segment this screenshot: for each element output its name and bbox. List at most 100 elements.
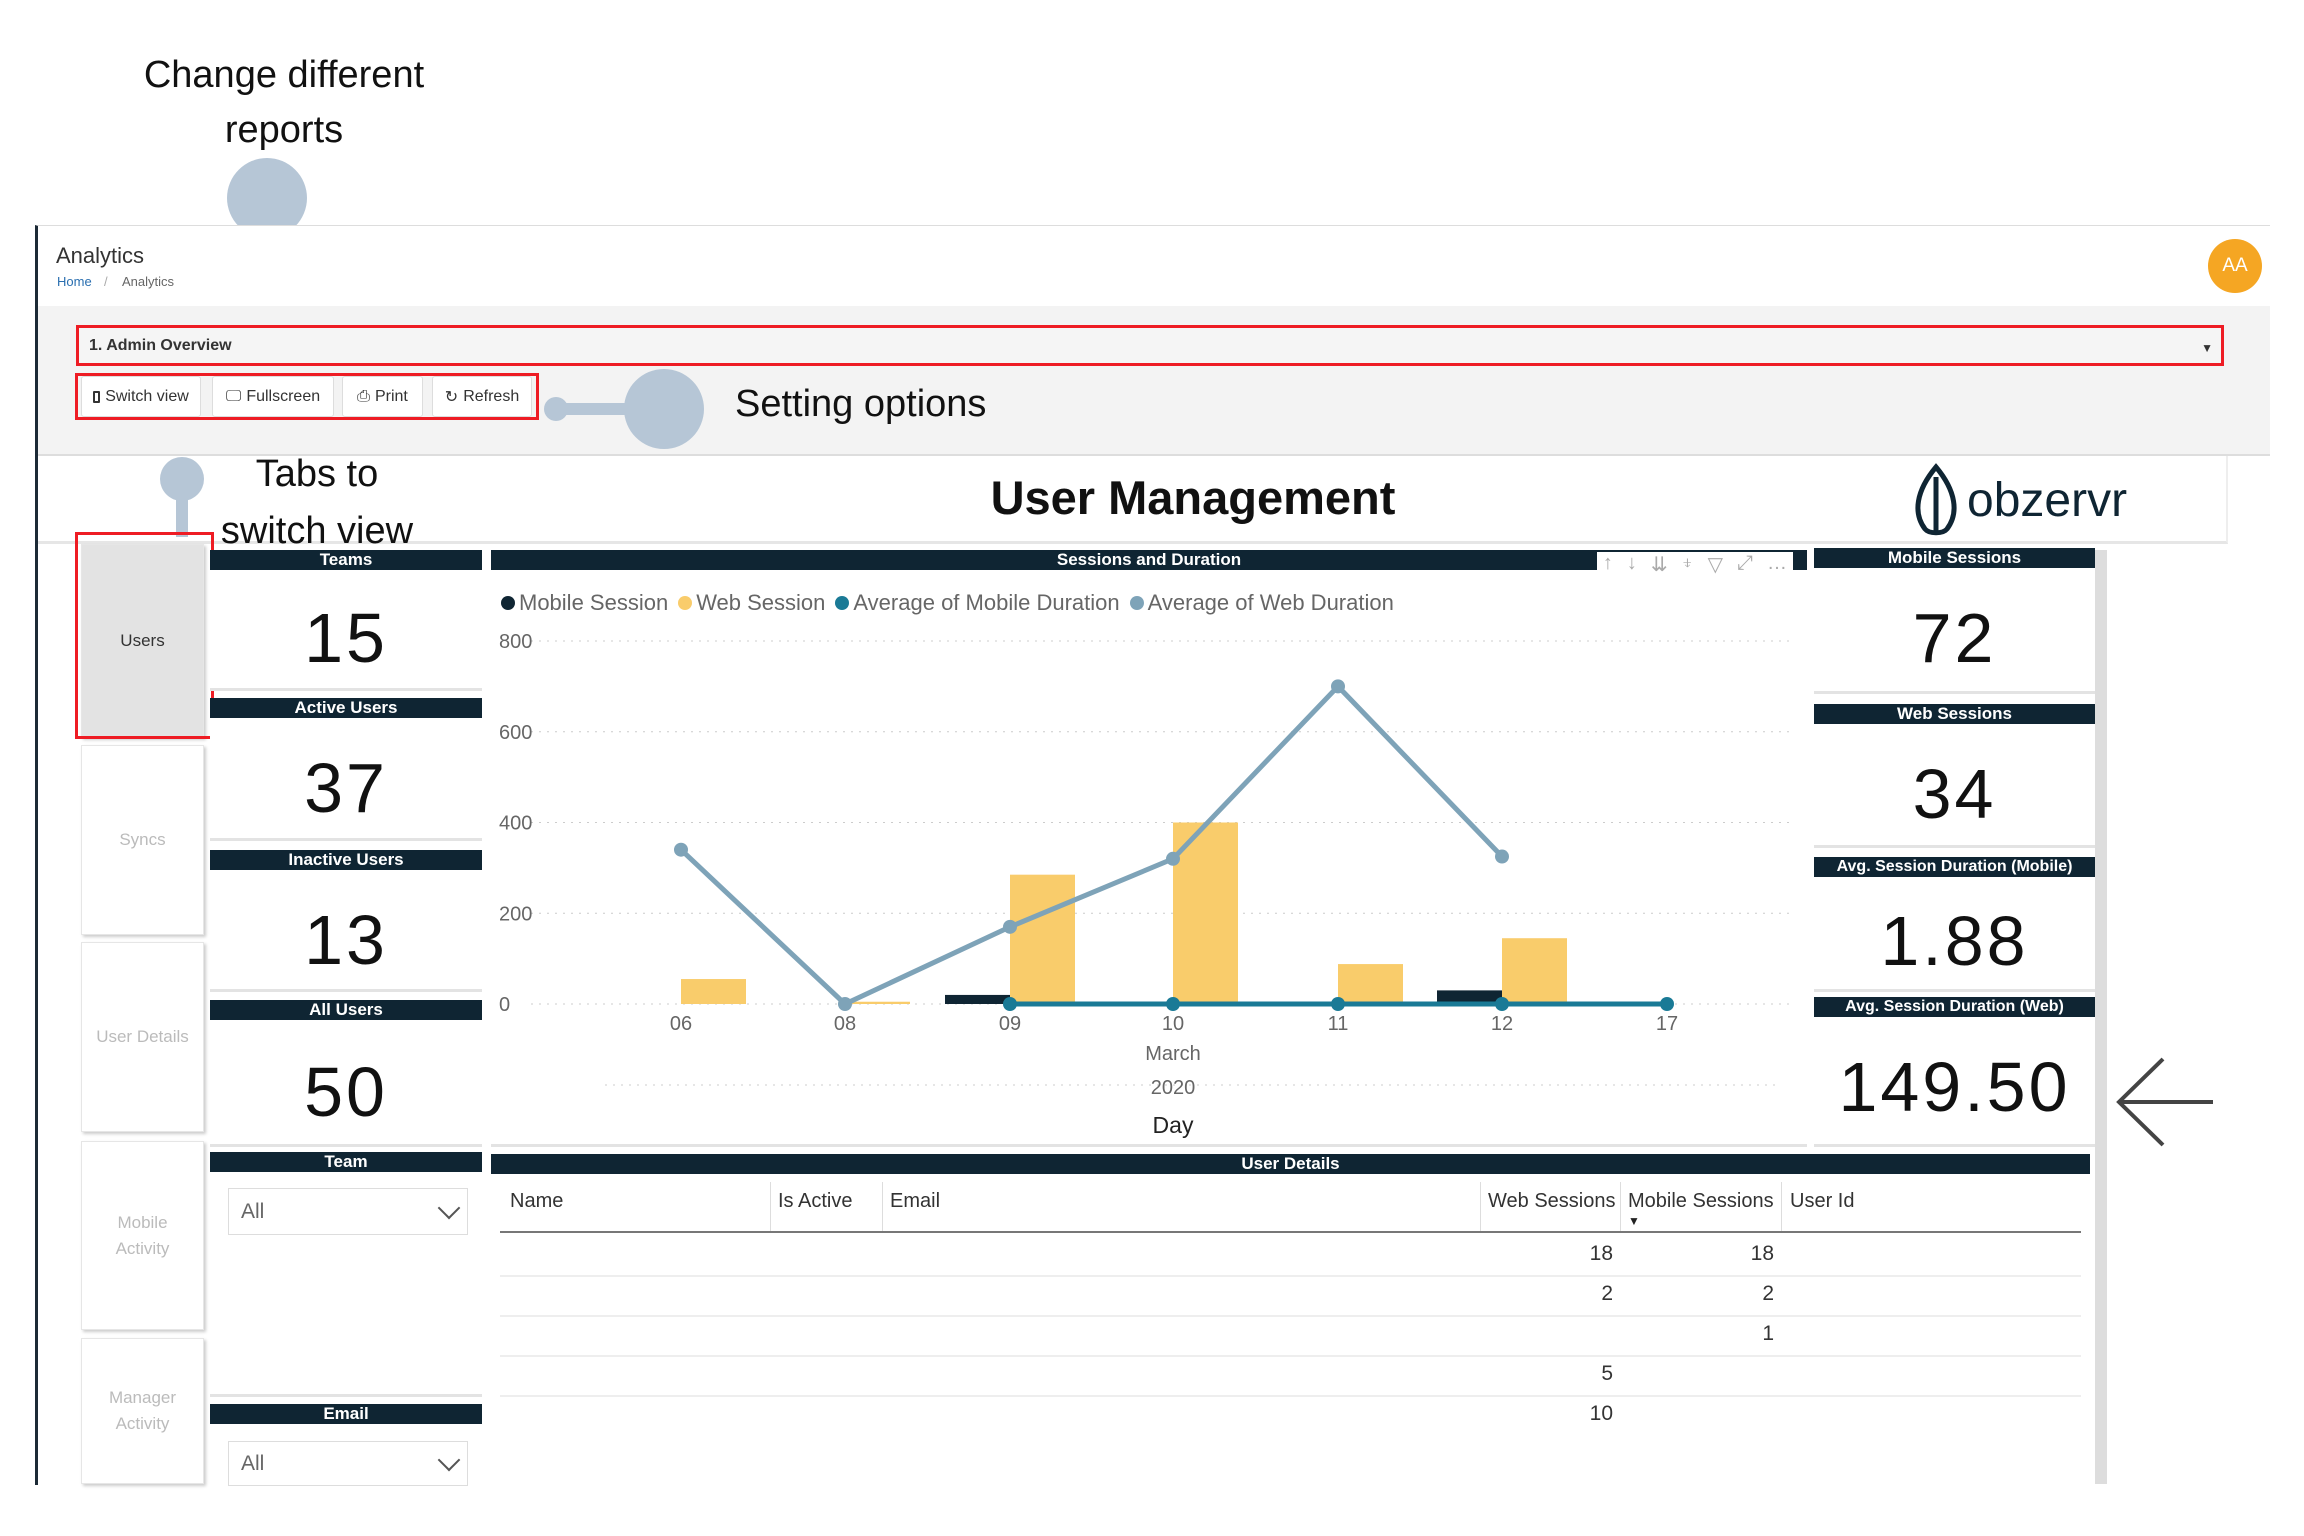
arrow-left-icon [2116,1057,2213,1147]
y-tick-label: 0 [499,994,510,1016]
print-button[interactable]: ⎙ Print [342,376,423,417]
mobile-sessions-card: Mobile Sessions 72 [1814,548,2095,694]
breadcrumb-separator: / [104,274,108,289]
button-label: Fullscreen [246,387,321,405]
column-divider [1620,1182,1621,1232]
cell-mobile-sessions: 1 [1762,1322,1774,1345]
card-title: Active Users [210,698,482,718]
column-header-name[interactable]: Name [510,1190,563,1213]
bar-web-session [681,979,746,1004]
cell-web-sessions: 2 [1601,1282,1613,1305]
column-header-user-id[interactable]: User Id [1790,1190,1854,1213]
row-divider [500,1275,2081,1277]
card-value: 50 [304,1053,388,1131]
point-average-of-web-duration [674,842,688,857]
avatar[interactable]: AA [2208,239,2262,293]
filter-title: Team [210,1152,482,1172]
card-value: 72 [1912,599,1997,677]
point-average-of-mobile-duration [1495,997,1509,1011]
fullscreen-button[interactable]: 🖵 Fullscreen [212,376,334,417]
tab-mobile-activity[interactable]: Mobile Activity [81,1141,204,1330]
point-average-of-mobile-duration [1660,997,1674,1011]
web-sessions-card: Web Sessions 34 [1814,704,2095,848]
card-value: 34 [1912,755,1997,833]
column-divider [1781,1182,1782,1232]
switch-view-button[interactable]: Switch view [81,376,201,417]
dropdown-caret-icon: ▼ [2201,341,2213,355]
button-label: Refresh [463,387,520,405]
x-tick-label: 06 [670,1013,692,1035]
column-header-is-active[interactable]: Is Active [778,1190,852,1213]
row-divider [500,1395,2081,1397]
page-header: Analytics Home / Analytics [38,226,2270,306]
x-tick-label: 08 [834,1013,856,1035]
x-tick-label: 09 [999,1013,1021,1035]
tab-user-details[interactable]: User Details [81,942,204,1132]
obzervr-logo: obzervr [1911,463,2127,537]
column-divider [770,1182,771,1232]
y-tick-label: 600 [499,722,532,744]
card-value: 149.50 [1838,1048,2071,1126]
row-divider [500,1355,2081,1357]
refresh-icon: ↻ [444,388,459,406]
line-average-of-web-duration [679,682,1504,1007]
printer-icon: ⎙ [357,387,370,405]
report-select[interactable]: 1. Admin Overview ▼ [76,325,2224,366]
annotation-highlight [75,532,214,739]
mobile-icon [93,390,101,403]
logo-text: obzervr [1967,473,2128,527]
x-axis-month-label: March [1145,1043,1201,1065]
column-header-email[interactable]: Email [890,1190,940,1213]
card-title: Avg. Session Duration (Mobile) [1814,857,2095,877]
column-header-web-sessions[interactable]: Web Sessions [1488,1190,1615,1213]
card-value: 1.88 [1880,902,2029,980]
cell-web-sessions: 10 [1589,1402,1613,1425]
point-average-of-web-duration [838,997,852,1011]
filter-title: Email [210,1404,482,1424]
card-title: Web Sessions [1814,704,2095,724]
point-average-of-web-duration [1331,679,1345,694]
chevron-down-icon [437,1196,461,1219]
card-value: 13 [304,901,388,979]
annotation-reports: Change different reports [134,48,434,158]
email-filter-select[interactable]: All [228,1441,468,1486]
breadcrumb-home[interactable]: Home [57,274,92,289]
cell-mobile-sessions: 18 [1750,1242,1774,1265]
select-value: All [241,1199,265,1223]
card-title: Mobile Sessions [1814,548,2095,568]
y-tick-label: 800 [499,631,532,653]
button-label: Switch view [105,387,189,405]
card-title: All Users [210,1000,482,1020]
scrollbar[interactable] [2095,550,2107,1484]
column-header-mobile-sessions[interactable]: Mobile Sessions [1628,1190,1774,1213]
page-title: Analytics [56,243,145,268]
point-average-of-mobile-duration [1331,997,1345,1011]
point-average-of-web-duration [1495,849,1509,864]
card-value: 15 [304,599,388,677]
callout-dot [624,369,704,449]
select-value: All [241,1451,265,1475]
active-users-card: Active Users 37 [210,698,482,841]
card-title: Inactive Users [210,850,482,870]
x-tick-label: 17 [1656,1013,1678,1035]
column-divider [882,1182,883,1232]
callout-stem [560,403,630,415]
point-average-of-mobile-duration [1166,997,1180,1011]
sort-descending-icon: ▼ [1628,1214,1640,1228]
avg-web-duration-card: Avg. Session Duration (Web) 149.50 [1814,997,2095,1147]
card-title: Teams [210,550,482,570]
team-filter-select[interactable]: All [228,1188,468,1235]
sessions-chart-panel: Sessions and Duration ↑ ↓ ⇊ ⍖ ▽ ⤢… Mobile Ses… [491,550,1807,1147]
y-tick-label: 400 [499,813,532,835]
tab-syncs[interactable]: Syncs [81,745,204,935]
point-average-of-web-duration [1003,919,1017,934]
x-tick-label: 12 [1491,1013,1513,1035]
point-average-of-web-duration [1166,851,1180,866]
breadcrumb-current: Analytics [122,274,175,289]
tab-manager-activity[interactable]: Manager Activity [81,1338,204,1484]
email-filter-card: Email All [210,1404,482,1486]
monitor-icon: 🖵 [225,387,242,405]
cell-web-sessions: 18 [1589,1242,1613,1265]
header-divider [500,1231,2081,1233]
refresh-button[interactable]: ↻ Refresh [432,376,532,417]
